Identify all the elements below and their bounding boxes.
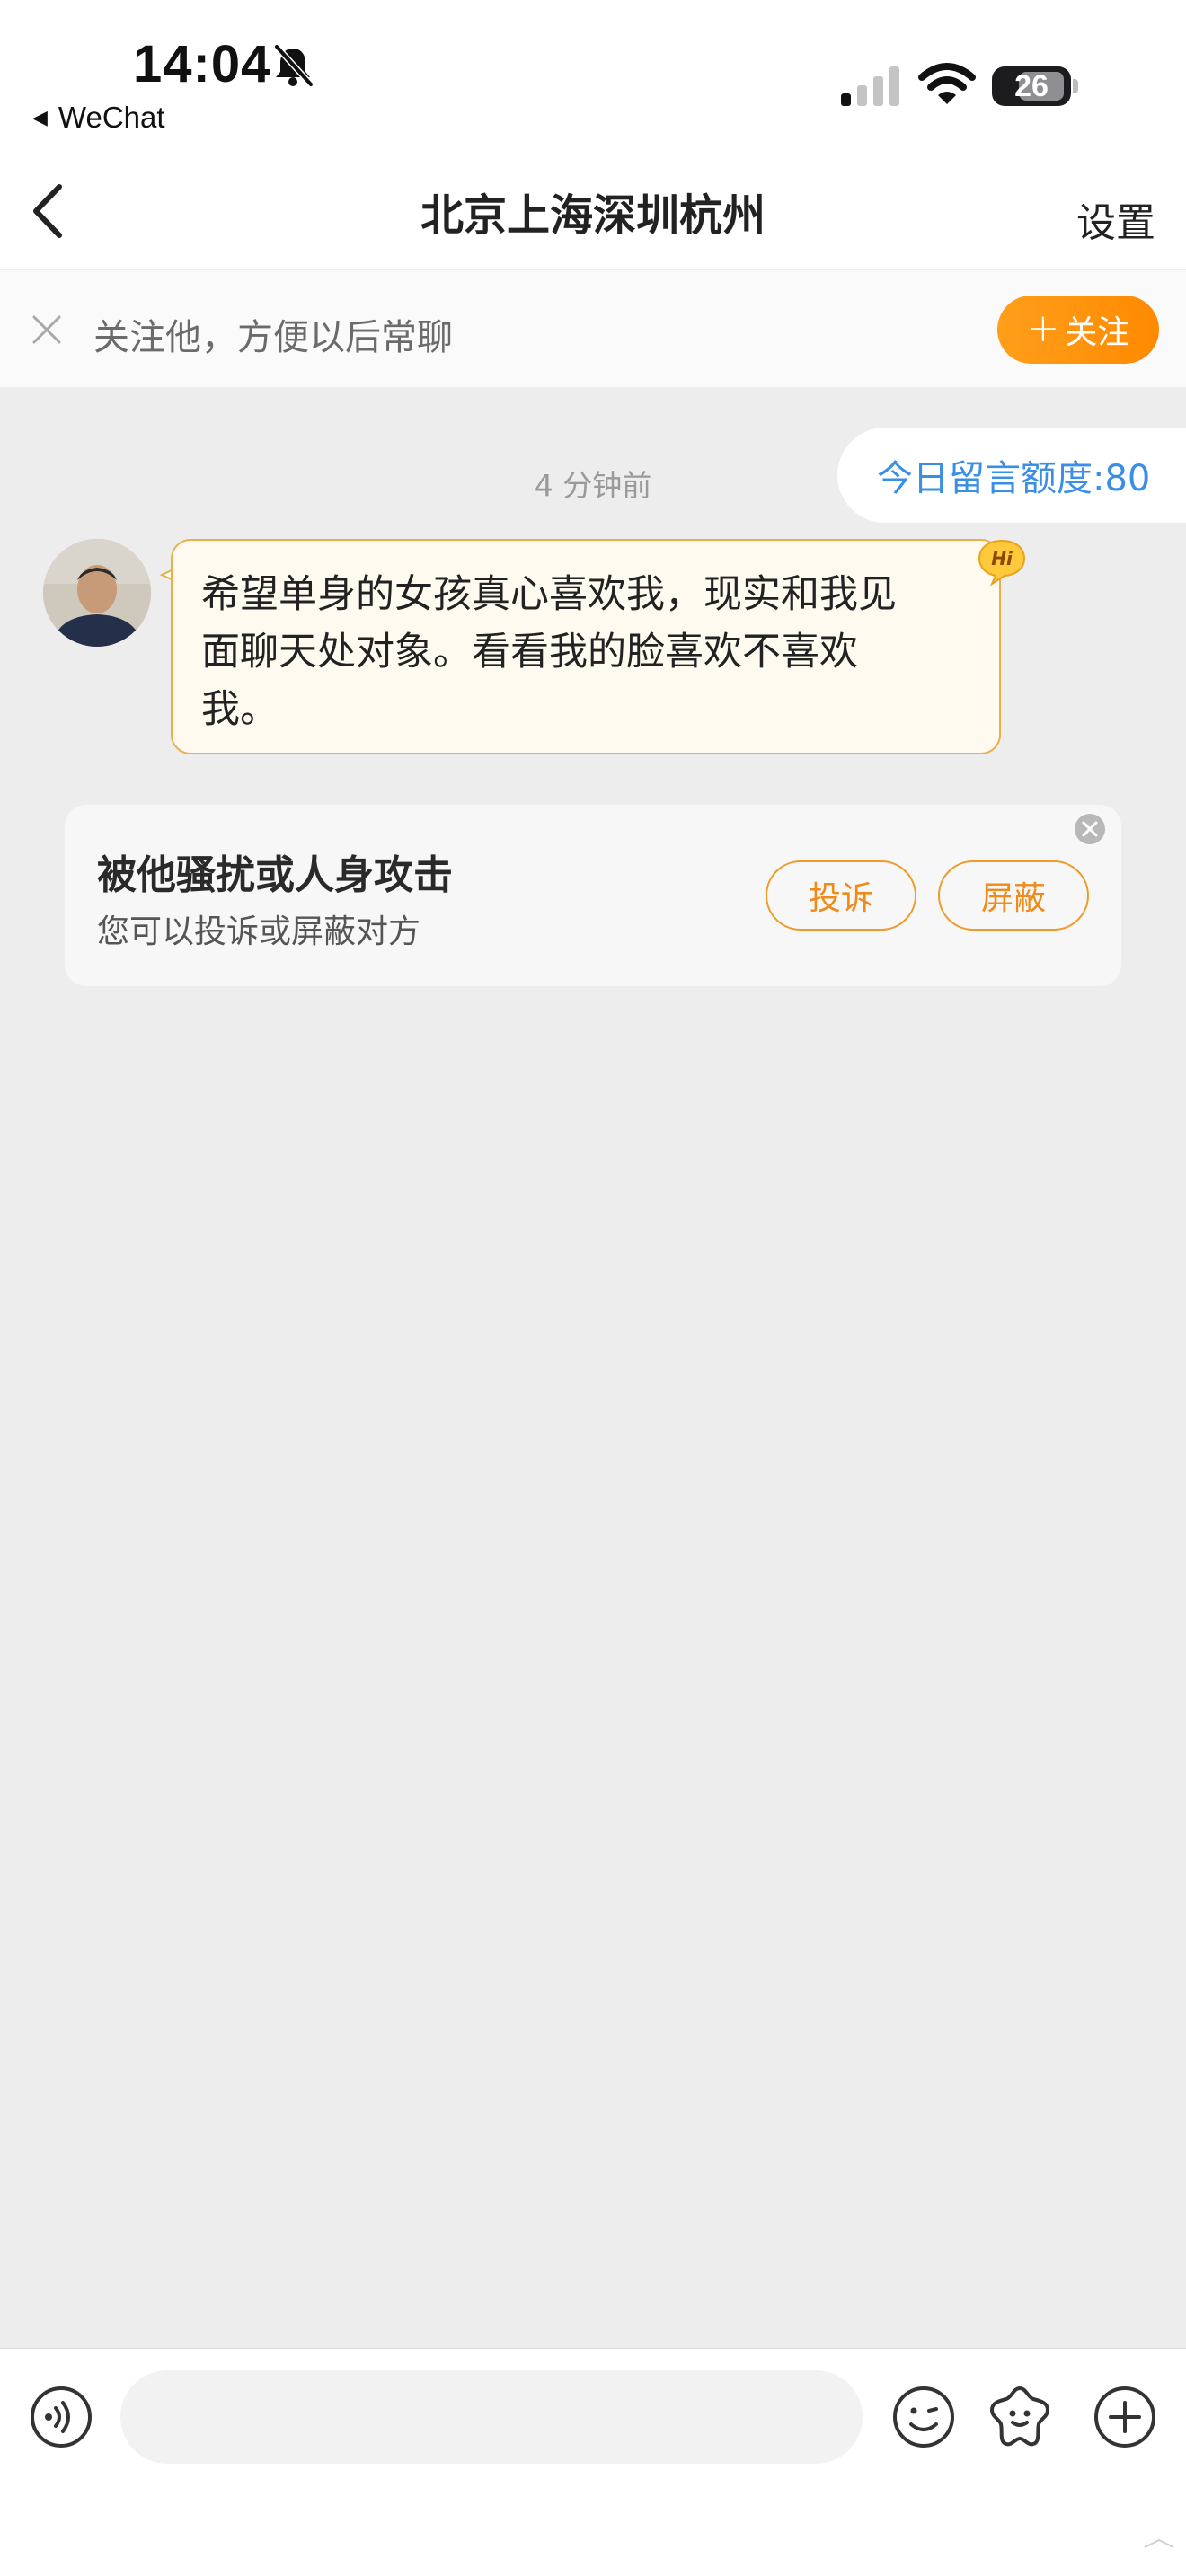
complain-button[interactable]: 投诉	[766, 860, 916, 931]
hi-badge-icon: Hi	[978, 539, 1026, 586]
battery-indicator: 26	[992, 66, 1071, 106]
plus-icon: +	[1026, 304, 1060, 351]
input-bar	[0, 2348, 1186, 2576]
message-input[interactable]	[120, 2370, 863, 2464]
sticker-icon[interactable]	[987, 2383, 1053, 2449]
battery-percent: 26	[1014, 68, 1049, 103]
follow-banner: 关注他，方便以后常聊 + 关注	[0, 270, 1186, 387]
settings-button[interactable]: 设置	[1076, 190, 1155, 248]
voice-input-icon[interactable]	[29, 2385, 93, 2449]
corner-mark-icon	[1144, 2538, 1174, 2548]
report-card: 被他骚扰或人身攻击 您可以投诉或屏蔽对方 投诉 屏蔽	[65, 805, 1121, 986]
message-text-line: 面聊天处对象。看看我的脸喜欢不喜欢	[201, 630, 858, 675]
message-text-line: 我。	[201, 687, 279, 732]
block-button[interactable]: 屏蔽	[938, 860, 1089, 931]
status-time: 14:04	[133, 35, 271, 93]
follow-button[interactable]: + 关注	[997, 296, 1159, 364]
avatar[interactable]	[43, 539, 151, 647]
hi-badge-text: Hi	[991, 548, 1013, 569]
follow-hint-text: 关注他，方便以后常聊	[93, 317, 453, 358]
back-triangle-icon: ◀	[32, 106, 48, 128]
close-card-icon[interactable]	[1073, 812, 1107, 846]
battery-tip	[1073, 79, 1078, 93]
report-card-title: 被他骚扰或人身攻击	[97, 852, 453, 898]
top-header-area: 14:04 ◀ WeChat 26 北京上海深圳杭州 设置	[0, 0, 1186, 269]
message-bubble[interactable]: 希望单身的女孩真心喜欢我，现实和我见 面聊天处对象。看看我的脸喜欢不喜欢 我。	[171, 539, 1001, 754]
wifi-icon	[918, 63, 976, 104]
emoji-icon[interactable]	[891, 2385, 956, 2449]
cellular-signal-icon	[841, 66, 899, 106]
close-icon[interactable]	[31, 313, 63, 346]
more-plus-icon[interactable]	[1093, 2385, 1157, 2449]
message-text-line: 希望单身的女孩真心喜欢我，现实和我见	[201, 572, 897, 617]
bell-muted-icon	[274, 44, 314, 87]
page-title: 北京上海深圳杭州	[420, 190, 766, 241]
back-app-label: WeChat	[58, 101, 165, 134]
message-timestamp: 4 分钟前	[534, 468, 652, 503]
follow-button-label: 关注	[1065, 314, 1130, 351]
avatar-photo	[43, 539, 151, 647]
report-card-subtitle: 您可以投诉或屏蔽对方	[97, 913, 421, 950]
back-to-app-link[interactable]: ◀ WeChat	[32, 101, 165, 135]
